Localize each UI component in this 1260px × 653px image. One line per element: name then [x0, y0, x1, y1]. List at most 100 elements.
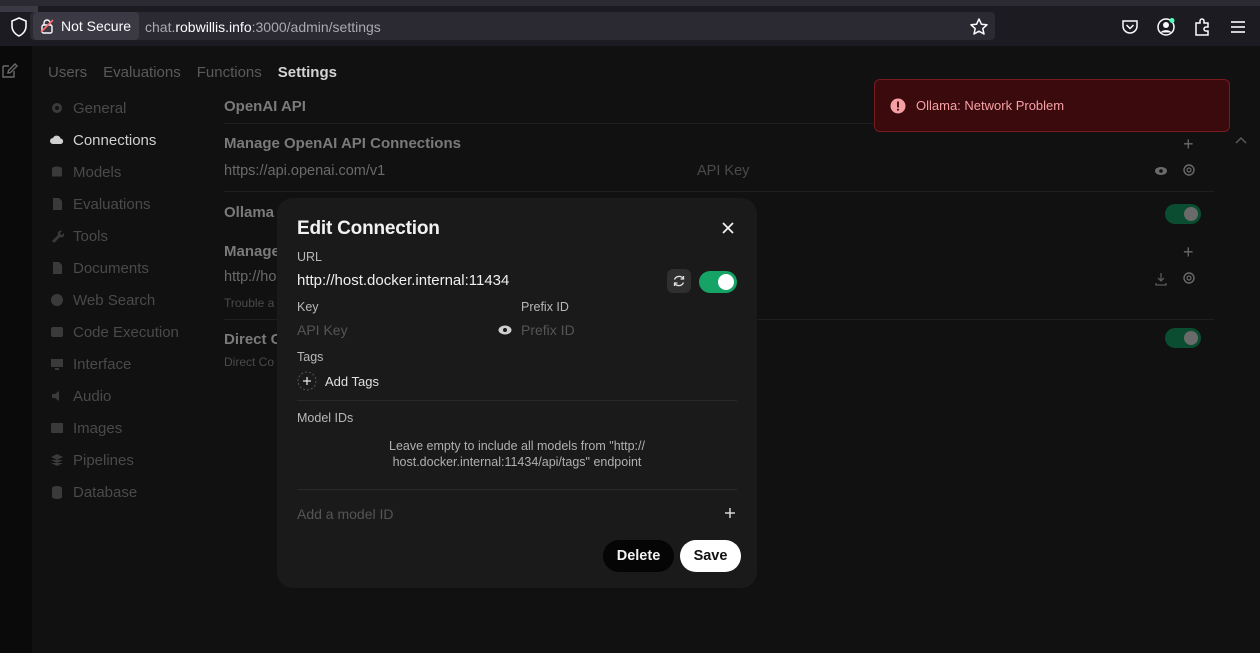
sidebar-item-database[interactable]: Database	[50, 476, 179, 508]
pocket-icon[interactable]	[1120, 17, 1140, 37]
document-icon	[53, 262, 62, 274]
sidebar-item-label: Models	[73, 163, 122, 181]
hint-line-2: host.docker.internal:11434/api/tags" end…	[392, 455, 642, 469]
error-icon	[890, 98, 906, 113]
wrench-icon	[52, 230, 64, 243]
direct-connections-toggle[interactable]	[1165, 328, 1201, 348]
security-label: Not Secure	[61, 18, 132, 34]
sidebar-item-evaluations[interactable]: Evaluations	[50, 188, 179, 220]
sidebar-item-images[interactable]: Images	[50, 412, 179, 444]
api-key-input[interactable]: API Key	[297, 322, 348, 338]
monitor-icon	[51, 359, 63, 370]
chevron-up-icon[interactable]	[1234, 135, 1248, 145]
download-icon[interactable]	[1154, 272, 1168, 286]
manage-ollama-title: Manage	[224, 243, 280, 260]
url-host: robwillis.info	[175, 19, 252, 35]
model-ids-label: Model IDs	[297, 411, 354, 425]
close-icon[interactable]	[719, 219, 737, 237]
ollama-section-title: Ollama /	[224, 204, 283, 221]
url-input[interactable]: http://host.docker.internal:11434	[297, 272, 509, 289]
model-ids-hint: Leave empty to include all models from "…	[357, 438, 677, 470]
add-ollama-connection-button[interactable]: +	[1183, 242, 1194, 263]
sidebar-item-web-search[interactable]: Web Search	[50, 284, 179, 316]
sidebar-item-tools[interactable]: Tools	[50, 220, 179, 252]
tab-functions[interactable]: Functions	[197, 64, 262, 81]
globe-icon	[51, 294, 63, 306]
save-button[interactable]: Save	[680, 540, 741, 572]
tab-users[interactable]: Users	[48, 64, 87, 81]
add-model-id-input[interactable]: Add a model ID	[297, 506, 394, 522]
document-icon	[53, 198, 62, 210]
delete-button[interactable]: Delete	[603, 540, 674, 572]
sidebar-item-label: Connections	[73, 131, 157, 149]
openai-key-field[interactable]: API Key	[697, 163, 749, 179]
sidebar-item-label: Audio	[73, 387, 112, 405]
sidebar-item-label: Evaluations	[73, 195, 151, 213]
openai-section-title: OpenAI API	[224, 98, 306, 115]
plus-icon[interactable]	[723, 506, 737, 520]
sidebar-item-general[interactable]: General	[50, 92, 179, 124]
tab-evaluations[interactable]: Evaluations	[103, 64, 181, 81]
tab-settings[interactable]: Settings	[278, 64, 337, 81]
prefix-id-input[interactable]: Prefix ID	[521, 322, 575, 338]
direct-connections-title: Direct C	[224, 331, 282, 348]
divider	[224, 191, 1214, 192]
gear-icon[interactable]	[1182, 163, 1196, 177]
eye-icon[interactable]	[1154, 164, 1168, 178]
toast-message: Ollama: Network Problem	[916, 98, 1065, 113]
url-label: URL	[297, 250, 323, 264]
key-label: Key	[297, 300, 319, 314]
database-icon	[52, 486, 62, 499]
sidebar-item-audio[interactable]: Audio	[50, 380, 179, 412]
verify-connection-button[interactable]	[667, 269, 691, 293]
new-chat-icon[interactable]	[0, 62, 18, 80]
bookmark-star-icon[interactable]	[969, 17, 989, 37]
left-rail	[0, 46, 32, 653]
sidebar-item-label: Web Search	[73, 291, 156, 309]
add-tags-button[interactable]: Add Tags	[297, 371, 379, 391]
url-text[interactable]: chat.robwillis.info:3000/admin/settings	[145, 19, 381, 35]
gear-icon[interactable]	[1182, 271, 1196, 285]
shield-icon[interactable]	[10, 17, 28, 37]
add-tags-label: Add Tags	[325, 373, 379, 389]
sidebar-item-label: Code Execution	[73, 323, 179, 341]
cloud-icon	[50, 135, 64, 144]
sidebar-item-code-execution[interactable]: Code Execution	[50, 316, 179, 348]
ollama-toggle[interactable]	[1165, 204, 1201, 224]
browser-toolbar: Not Secure chat.robwillis.info:3000/admi…	[0, 0, 1260, 52]
extensions-icon[interactable]	[1192, 17, 1212, 37]
url-prefix: chat.	[145, 19, 176, 35]
code-icon	[51, 327, 63, 337]
account-icon[interactable]	[1156, 17, 1176, 37]
hint-line-1: Leave empty to include all models from "…	[389, 439, 645, 453]
stack-icon	[51, 454, 63, 466]
connection-enabled-toggle[interactable]	[699, 271, 737, 293]
image-icon	[51, 423, 63, 433]
settings-sidebar: General Connections Models Evaluations T…	[50, 92, 179, 508]
plus-circle-icon	[297, 371, 317, 391]
sidebar-item-documents[interactable]: Documents	[50, 252, 179, 284]
speaker-icon	[52, 391, 59, 401]
divider	[297, 400, 737, 401]
sidebar-item-label: Database	[73, 483, 138, 501]
security-indicator[interactable]: Not Secure	[33, 12, 140, 40]
eye-icon[interactable]	[498, 323, 512, 337]
ollama-url[interactable]: http://ho	[224, 269, 276, 285]
menu-icon[interactable]	[1228, 17, 1248, 37]
prefix-id-label: Prefix ID	[521, 300, 569, 314]
sidebar-item-models[interactable]: Models	[50, 156, 179, 188]
sidebar-item-pipelines[interactable]: Pipelines	[50, 444, 179, 476]
openai-url[interactable]: https://api.openai.com/v1	[224, 163, 385, 179]
trouble-hint: Trouble a	[224, 296, 275, 310]
error-toast: Ollama: Network Problem	[874, 79, 1230, 132]
manage-openai-title: Manage OpenAI API Connections	[224, 135, 461, 152]
insecure-lock-icon	[40, 19, 54, 34]
direct-connections-desc: Direct Co	[224, 355, 275, 369]
modal-title: Edit Connection	[297, 218, 440, 239]
sidebar-item-label: Images	[73, 419, 123, 437]
sidebar-item-connections[interactable]: Connections	[50, 124, 179, 156]
add-openai-connection-button[interactable]: +	[1183, 134, 1194, 155]
edit-connection-modal: Edit Connection URL http://host.docker.i…	[277, 198, 757, 588]
sidebar-item-interface[interactable]: Interface	[50, 348, 179, 380]
sidebar-item-label: Interface	[73, 355, 132, 373]
